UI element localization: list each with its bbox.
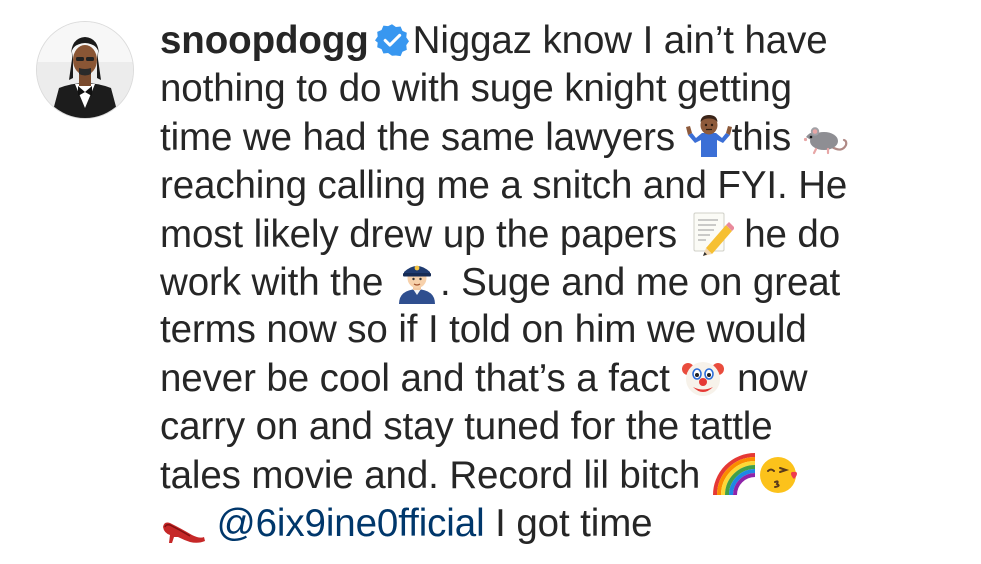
shrug-emoji-icon	[685, 113, 732, 159]
rat-emoji-icon	[802, 113, 848, 159]
comment-text-segment: most likely drew up the papers	[160, 212, 688, 256]
comment-line-7: terms now so if I told on him we would	[160, 306, 965, 354]
comment-line-8: never be cool and that’s a fact now	[160, 354, 965, 402]
comment-text-segment: reaching calling me a snitch and FYI. He	[160, 163, 848, 207]
high-heel-emoji-icon	[160, 499, 206, 545]
comment-line-9: carry on and stay tuned for the tattle	[160, 403, 965, 451]
comment-text-segment: work with the	[160, 260, 394, 304]
comment-line-3: time we had the same lawyers this	[160, 113, 965, 161]
comment-line-2: nothing to do with suge knight getting	[160, 65, 965, 113]
memo-pencil-emoji-icon	[688, 210, 735, 256]
comment-line-4: reaching calling me a snitch and FYI. He	[160, 162, 965, 210]
comment-text-segment: this	[731, 116, 802, 160]
username-link[interactable]: snoopdogg	[160, 19, 369, 62]
comment-text-segment: time we had the same lawyers	[160, 116, 686, 160]
avatar-image	[37, 22, 133, 118]
face-blowing-kiss-emoji-icon	[757, 451, 803, 497]
comment-text-segment: now	[726, 357, 808, 401]
comment-line-1: snoopdogg Niggaz know I ain’t have	[160, 17, 965, 65]
comment: snoopdogg Niggaz know I ain’t have nothin…	[0, 0, 981, 564]
comment-text-segment: tales movie and. Record lil bitch	[160, 453, 711, 497]
mention-link[interactable]: @6ix9ine0fficial	[217, 502, 485, 545]
comment-text-segment: nothing to do with suge knight getting	[160, 67, 792, 111]
comment-line-5: most likely drew up the papers he do	[160, 210, 965, 258]
comment-text-segment: Niggaz know I ain’t have	[412, 19, 828, 62]
comment-text-segment: . Suge and me on great	[439, 260, 841, 304]
comment-text-segment: I got time	[484, 501, 653, 545]
comment-line-11: @6ix9ine0fficial I got time	[160, 499, 965, 547]
comment-text-segment: terms now so if I told on him we would	[160, 308, 807, 352]
comment-text-segment: never be cool and that’s a fact	[160, 357, 681, 401]
comment-text-segment: he do	[733, 212, 841, 256]
comment-line-6: work with the . Suge and me on great	[160, 258, 965, 306]
comment-text: snoopdogg Niggaz know I ain’t have nothin…	[160, 17, 965, 547]
clown-face-emoji-icon	[680, 354, 726, 400]
police-officer-emoji-icon	[394, 258, 440, 304]
avatar[interactable]	[36, 21, 134, 119]
verified-badge-icon	[374, 21, 409, 57]
comment-text-segment: carry on and stay tuned for the tattle	[160, 404, 773, 448]
comment-line-10: tales movie and. Record lil bitch	[160, 451, 965, 499]
rainbow-emoji-icon	[711, 451, 757, 497]
